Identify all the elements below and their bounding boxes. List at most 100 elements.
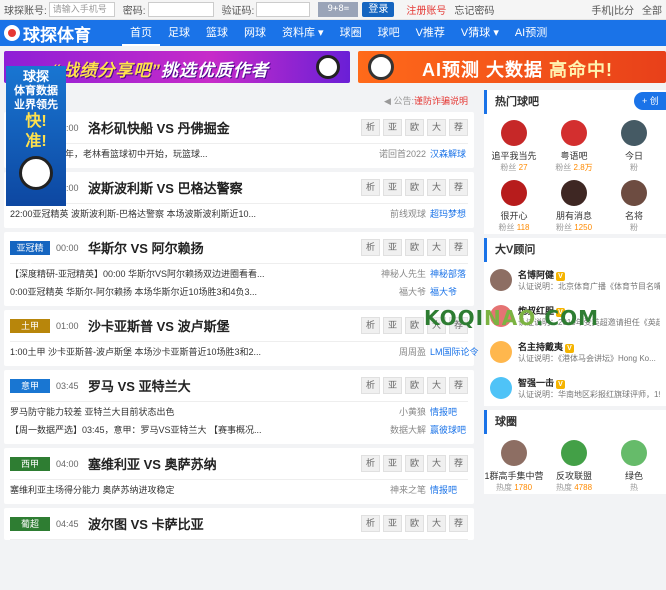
odds-button[interactable]: 亚	[383, 119, 402, 136]
all-link[interactable]: 全部	[642, 2, 662, 17]
tip-row[interactable]: 罗马防守能力较差 亚特兰大目前状态出色 小黄狼 情报吧	[10, 402, 468, 420]
nav-database[interactable]: 资料库 ▾	[274, 20, 332, 46]
tip-text[interactable]: 22:00亚冠精英 波斯波利斯-巴格达警察 本场波斯波利斯近10...	[10, 207, 368, 220]
nav-forum[interactable]: 球吧	[370, 20, 408, 46]
password-input[interactable]	[147, 2, 214, 17]
match-teams[interactable]: 罗马 VS 亚特兰大	[88, 376, 191, 395]
tip-text[interactable]: 罗马防守能力较差 亚特兰大目前状态出色	[10, 405, 368, 418]
match-teams[interactable]: 波尔图 VS 卡萨比亚	[88, 514, 204, 533]
odds-button[interactable]: 荐	[449, 179, 468, 196]
odds-button[interactable]: 亚	[383, 179, 402, 196]
odds-button[interactable]: 析	[361, 317, 380, 334]
circle-item[interactable]: 反攻联盟 热度 4788	[544, 434, 604, 494]
league-tag[interactable]: 意甲	[10, 378, 50, 393]
tip-author[interactable]: 神来之笔	[376, 483, 426, 496]
nav-v-recommend[interactable]: V推荐	[408, 20, 453, 46]
match-teams[interactable]: 华斯尔 VS 阿尔赖扬	[88, 238, 204, 257]
hot-forum-item[interactable]: 很开心 粉丝 118	[484, 174, 544, 234]
odds-button[interactable]: 大	[427, 239, 446, 256]
odds-button[interactable]: 亚	[383, 377, 402, 394]
nav-circle[interactable]: 球圈	[332, 20, 370, 46]
odds-button[interactable]: 大	[427, 515, 446, 532]
odds-button[interactable]: 欧	[405, 239, 424, 256]
tip-author[interactable]: 神秘人先生	[376, 267, 426, 280]
tip-forum-link[interactable]: 赢彼球吧	[430, 423, 468, 436]
odds-button[interactable]: 亚	[383, 317, 402, 334]
odds-button[interactable]: 大	[427, 377, 446, 394]
tip-author[interactable]: 前线观球	[376, 207, 426, 220]
tip-forum-link[interactable]: 情报吧	[430, 405, 468, 418]
tip-forum-link[interactable]: LM国际论令	[430, 345, 479, 358]
tip-author[interactable]: 诺回首2022	[376, 147, 426, 160]
tip-text[interactable]: 【周一数据严选】03:45，意甲：罗马VS亚特兰大 【赛事概况...	[10, 423, 368, 436]
tip-text[interactable]: 【深度精研-亚冠精英】00:00 华斯尔VS阿尔赖扬双边进圈看看...	[10, 267, 368, 280]
odds-button[interactable]: 析	[361, 455, 380, 472]
floating-ad[interactable]: 球探 体育数据 业界领先 快! 准!	[6, 66, 66, 206]
nav-football[interactable]: 足球	[160, 20, 198, 46]
tip-forum-link[interactable]: 汉森解球	[430, 147, 468, 160]
odds-button[interactable]: 欧	[405, 455, 424, 472]
odds-button[interactable]: 欧	[405, 377, 424, 394]
match-teams[interactable]: 塞维利亚 VS 奥萨苏纳	[88, 454, 217, 473]
account-input[interactable]: 请输入手机号	[48, 2, 115, 17]
big-v-item[interactable]: 名博阿健 V 认证说明：北京体育广播《体育节目名嘴-阿	[484, 262, 666, 298]
tip-row[interactable]: 人研究足篮 9 年，老林看篮球初中开始，玩篮球... 诺回首2022 汉森解球	[10, 144, 468, 162]
tip-row[interactable]: 【深度精研-亚冠精英】00:00 华斯尔VS阿尔赖扬双边进圈看看... 神秘人先生…	[10, 264, 468, 282]
tip-author[interactable]: 数据大解	[376, 423, 426, 436]
nav-basketball[interactable]: 篮球	[198, 20, 236, 46]
odds-button[interactable]: 亚	[383, 455, 402, 472]
match-teams[interactable]: 洛杉矶快船 VS 丹佛掘金	[88, 118, 230, 137]
create-button[interactable]: + 创	[634, 92, 666, 110]
tip-text[interactable]: 0:00亚冠精英 华斯尔-阿尔赖扬 本场华斯尔近10场胜3和4负3...	[10, 285, 368, 298]
tip-author[interactable]: 周周盈	[376, 345, 426, 358]
odds-button[interactable]: 析	[361, 377, 380, 394]
tip-row[interactable]: 【周一数据严选】03:45，意甲：罗马VS亚特兰大 【赛事概况... 数据大解 赢彼…	[10, 420, 468, 438]
nav-v-guess[interactable]: V猜球 ▾	[453, 20, 507, 46]
tip-text[interactable]: 1:00土甲 沙卡亚斯普-波卢斯堡 本场沙卡亚斯普近10场胜3和2...	[10, 345, 368, 358]
odds-button[interactable]: 亚	[383, 515, 402, 532]
match-teams[interactable]: 波斯波利斯 VS 巴格达警察	[88, 178, 243, 197]
odds-button[interactable]: 荐	[449, 119, 468, 136]
circle-item[interactable]: 1群高手集中营 热度 1780	[484, 434, 544, 494]
login-button[interactable]: 登录	[362, 2, 395, 17]
nav-ai-predict[interactable]: AI预测	[507, 20, 555, 46]
odds-button[interactable]: 荐	[449, 239, 468, 256]
odds-button[interactable]: 欧	[405, 515, 424, 532]
big-v-item[interactable]: 智强一击 V 认证说明：华南地区彩报红旗球评师，19	[484, 370, 666, 406]
ai-banner[interactable]: AI预测 大数据 高命中!	[358, 51, 666, 83]
league-tag[interactable]: 土甲	[10, 318, 50, 333]
odds-button[interactable]: 大	[427, 179, 446, 196]
circle-item[interactable]: 绿色热	[604, 434, 664, 494]
site-logo[interactable]: 球探体育	[4, 21, 122, 46]
big-v-item[interactable]: 名主持戴夷 V 认证说明：《港体马会讲坛》Hong Ko...	[484, 334, 666, 370]
hot-forum-item[interactable]: 名将粉	[604, 174, 664, 234]
odds-button[interactable]: 欧	[405, 179, 424, 196]
nav-tennis[interactable]: 网球	[236, 20, 274, 46]
tip-row[interactable]: 22:00亚冠精英 波斯波利斯-巴格达警察 本场波斯波利斯近10... 前线观球超…	[10, 204, 468, 222]
mobile-score-link[interactable]: 手机|比分	[591, 2, 634, 17]
tip-row[interactable]: 塞维利亚主场得分能力 奥萨苏纳进攻稳定 神来之笔 情报吧	[10, 480, 468, 498]
forgot-password-link[interactable]: 忘记密码	[454, 2, 494, 17]
notice-link[interactable]: 谨防诈骗说明	[414, 96, 468, 106]
odds-button[interactable]: 析	[361, 239, 380, 256]
match-teams[interactable]: 沙卡亚斯普 VS 波卢斯堡	[88, 316, 230, 335]
league-tag[interactable]: 葡超	[10, 516, 50, 531]
tip-forum-link[interactable]: 福大爷	[430, 285, 468, 298]
tip-forum-link[interactable]: 超玛梦想	[430, 207, 468, 220]
captcha-image[interactable]: 9+8=	[318, 2, 359, 17]
hot-forum-item[interactable]: 粤语吧 粉丝 2.8万	[544, 114, 604, 174]
odds-button[interactable]: 大	[427, 455, 446, 472]
tip-author[interactable]: 小黄狼	[376, 405, 426, 418]
odds-button[interactable]: 荐	[449, 455, 468, 472]
odds-button[interactable]: 析	[361, 179, 380, 196]
league-tag[interactable]: 亚冠精英	[10, 240, 50, 267]
tip-row[interactable]: 0:00亚冠精英 华斯尔-阿尔赖扬 本场华斯尔近10场胜3和4负3... 福大爷福…	[10, 282, 468, 300]
tip-forum-link[interactable]: 情报吧	[430, 483, 468, 496]
tip-row[interactable]: 1:00土甲 沙卡亚斯普-波卢斯堡 本场沙卡亚斯普近10场胜3和2... 周周盈 L…	[10, 342, 479, 360]
odds-button[interactable]: 欧	[405, 317, 424, 334]
odds-button[interactable]: 大	[427, 119, 446, 136]
tip-text[interactable]: 塞维利亚主场得分能力 奥萨苏纳进攻稳定	[10, 483, 368, 496]
captcha-input[interactable]	[256, 2, 311, 17]
odds-button[interactable]: 荐	[449, 515, 468, 532]
league-tag[interactable]: 西甲	[10, 456, 50, 471]
